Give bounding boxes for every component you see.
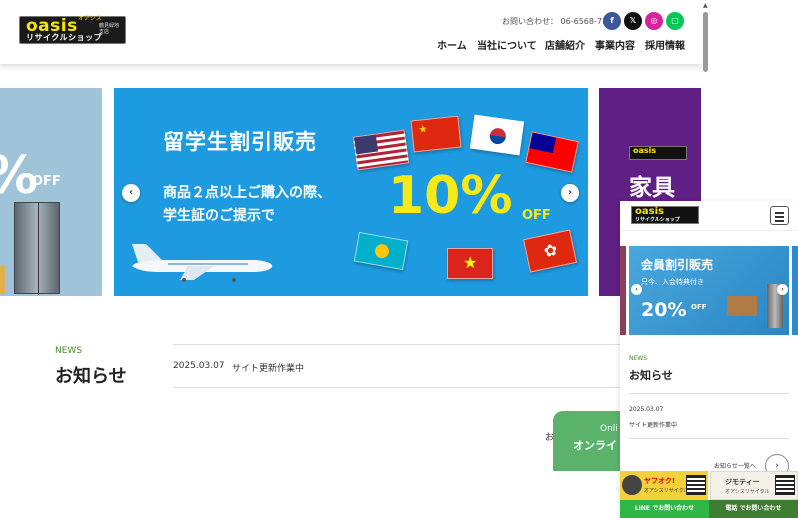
nav-home[interactable]: ホーム: [437, 37, 467, 52]
nav-recruit[interactable]: 採用情報: [645, 37, 685, 52]
mobile-news-more-link[interactable]: お知らせ一覧へ: [714, 461, 756, 470]
tv-stand-image: [727, 296, 757, 316]
nav-about[interactable]: 当社について: [477, 37, 537, 52]
jimoty-banner[interactable]: ジモティー オアシスリサイクル: [710, 471, 798, 500]
news-date: 2025.03.07: [173, 361, 225, 371]
jimoty-sub: オアシスリサイクル: [725, 489, 770, 495]
slide-subtitle: 商品２点以上ご購入の際、 学生証のご提示で: [163, 185, 331, 224]
line-icon[interactable]: ▢: [666, 12, 684, 30]
news-title: お知らせ: [55, 366, 127, 387]
qr-code-icon: [775, 475, 795, 495]
product-thumb-image: [622, 475, 642, 495]
news-label: NEWS: [55, 346, 83, 356]
jimoty-logo: ジモティー: [725, 478, 760, 486]
mobile-news-title: お知らせ: [629, 369, 673, 382]
mobile-banner-percent: 20%: [641, 299, 687, 321]
contact-info: お問い合わせ： 06-6568-7179: [502, 16, 617, 27]
scrollbar-thumb[interactable]: [703, 12, 708, 72]
logo-branch: 鶴見緑地 支店: [99, 23, 120, 35]
slider-prev-button[interactable]: ‹: [122, 184, 140, 202]
phone-contact-button[interactable]: 電話 でお問い合わせ: [709, 500, 798, 518]
mobile-slide-next[interactable]: [792, 246, 798, 335]
slide-percent: 10%: [388, 166, 513, 226]
instagram-icon[interactable]: ◎: [645, 12, 663, 30]
yahoo-logo: ヤフオク!: [644, 477, 676, 485]
slide-right-headline: 家具: [629, 175, 675, 201]
menu-icon[interactable]: [770, 206, 789, 225]
contact-label: お問い合わせ：: [502, 17, 558, 26]
logo-subtitle: リサイクルショップ: [26, 33, 103, 42]
scroll-up-icon[interactable]: ▲: [703, 2, 708, 9]
news-text: サイト更新作業中: [232, 364, 305, 374]
slider-next-button[interactable]: ›: [561, 184, 579, 202]
mobile-logo[interactable]: oasis リサイクルショップ: [631, 206, 699, 224]
kazakhstan-flag-icon: [353, 231, 409, 271]
hongkong-flag-icon: ✿: [522, 229, 578, 273]
mobile-banner-off: OFF: [691, 303, 707, 311]
mobile-news-text: サイト更新作業中: [629, 422, 678, 429]
item-edge-image: [0, 266, 5, 294]
mobile-banner-title: 会員割引販売: [641, 258, 714, 272]
yahoo-auction-banner[interactable]: ヤフオク! オアシスリサイクル: [620, 471, 708, 500]
logo-kana: オアシス: [78, 15, 102, 22]
mobile-banner-subtitle: 只今、入会特典付き: [641, 278, 704, 286]
mobile-slider-prev-button[interactable]: ‹: [631, 284, 642, 295]
news-item[interactable]: 2025.03.07 サイト更新作業中: [173, 344, 633, 388]
slide-left-off: OFF: [32, 174, 61, 189]
online-label-ja: オンライ: [573, 439, 617, 452]
mobile-logo-subtitle: リサイクルショップ: [635, 217, 680, 223]
slide-previous[interactable]: % OFF: [0, 88, 102, 296]
mobile-slide-previous[interactable]: [620, 246, 626, 335]
china-flag-icon: ★: [410, 115, 462, 153]
facebook-icon[interactable]: f: [603, 12, 621, 30]
slide-title: 留学生割引販売: [163, 130, 317, 154]
mobile-news-label: NEWS: [629, 355, 648, 362]
desktop-page: oasis オアシス 鶴見緑地 支店 リサイクルショップ お問い合わせ： 06-…: [0, 0, 712, 518]
slide-current[interactable]: 留学生割引販売 商品２点以上ご購入の際、 学生証のご提示で 10% OFF ★ …: [114, 88, 588, 296]
nav-stores[interactable]: 店舗紹介: [545, 37, 585, 52]
vietnam-flag-icon: ★: [447, 248, 493, 279]
mobile-slide-current[interactable]: 会員割引販売 只今、入会特典付き 20% OFF: [629, 246, 789, 335]
mobile-slider-next-button[interactable]: ›: [777, 284, 788, 295]
mobile-news-item[interactable]: 2025.03.07 サイト更新作業中: [629, 393, 789, 439]
slide-right-logo: oasis: [629, 146, 687, 160]
qr-code-icon: [686, 475, 706, 495]
x-icon[interactable]: 𝕏: [624, 12, 642, 30]
slide-off: OFF: [522, 208, 551, 223]
nav-business[interactable]: 事業内容: [595, 37, 635, 52]
site-logo[interactable]: oasis オアシス 鶴見緑地 支店 リサイクルショップ: [19, 15, 126, 44]
online-label-en: Onli: [600, 424, 618, 434]
taiwan-flag-icon: [525, 131, 579, 173]
mobile-news-date: 2025.03.07: [629, 406, 664, 413]
line-contact-button[interactable]: LINE でお問い合わせ: [620, 500, 709, 518]
refrigerator-image: [14, 202, 60, 295]
airplane-icon: [132, 244, 273, 282]
mobile-preview: oasis リサイクルショップ 会員割引販売 只今、入会特典付き 20% OFF…: [620, 201, 798, 518]
yahoo-sub: オアシスリサイクル: [644, 488, 689, 494]
site-header: oasis オアシス 鶴見緑地 支店 リサイクルショップ お問い合わせ： 06-…: [0, 0, 703, 64]
usa-flag-icon: [352, 129, 410, 171]
korea-flag-icon: [469, 114, 525, 156]
mobile-header: oasis リサイクルショップ: [620, 201, 798, 231]
